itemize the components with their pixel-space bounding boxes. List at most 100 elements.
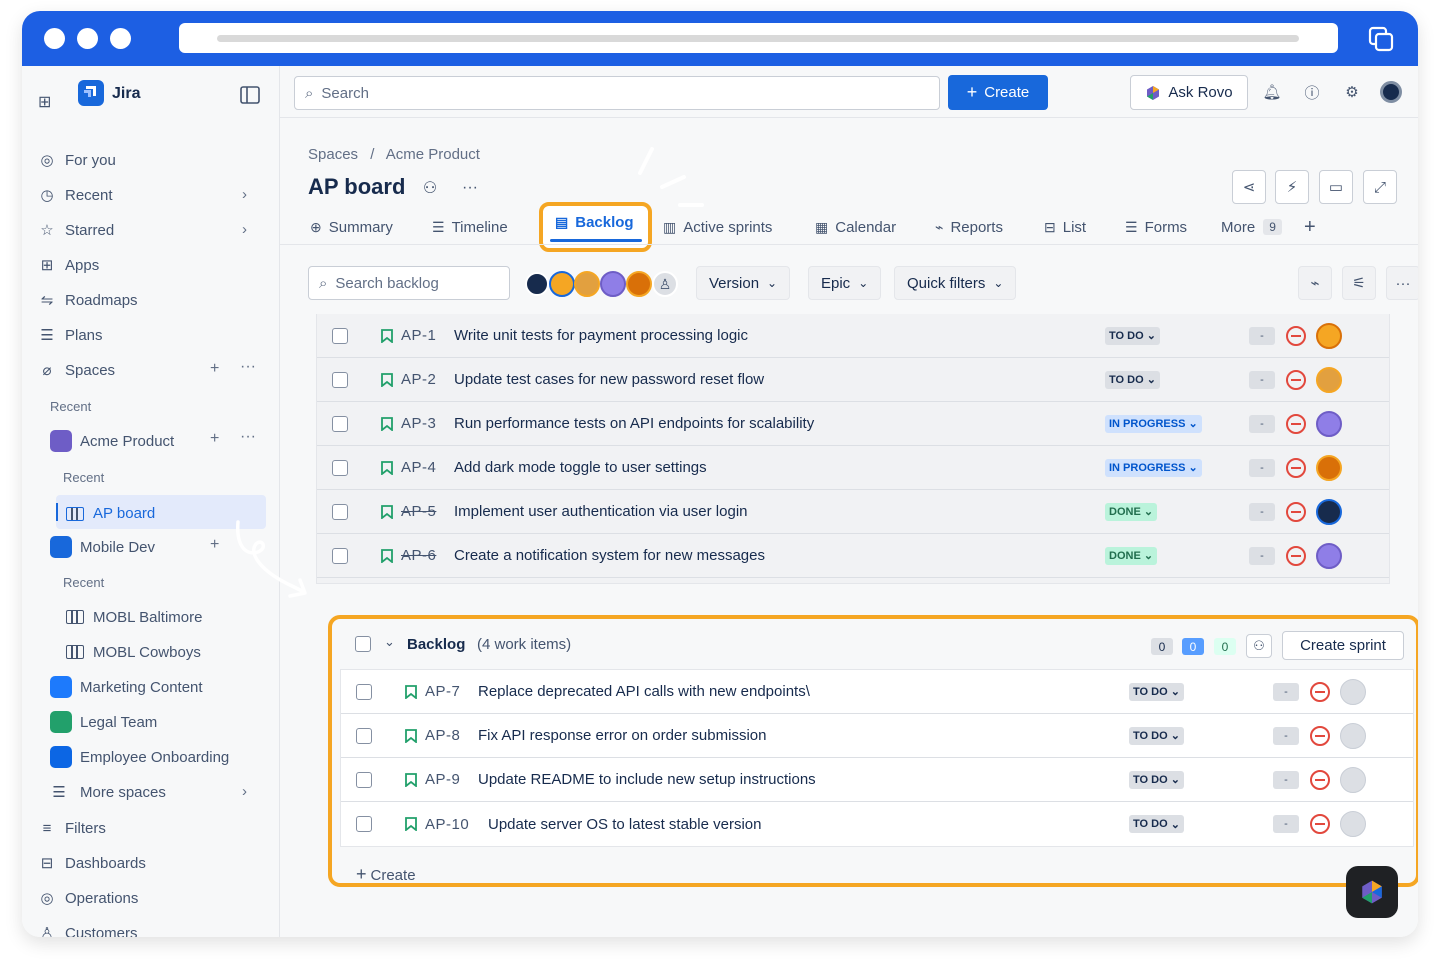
automation-icon[interactable]: ⚡︎: [1275, 170, 1309, 204]
unassigned-avatar[interactable]: [1340, 722, 1366, 749]
sidebar-item-starred[interactable]: ☆ Starred: [38, 215, 114, 245]
unassigned-avatar[interactable]: [1340, 811, 1366, 837]
settings-icon[interactable]: ⚙: [1340, 80, 1364, 104]
estimate[interactable]: -: [1249, 546, 1275, 565]
sidebar-item-filters[interactable]: ≡ Filters: [38, 813, 106, 843]
row-checkbox[interactable]: [356, 683, 372, 700]
avatar[interactable]: [1316, 410, 1342, 437]
tab-list[interactable]: ⊟ List: [1044, 216, 1086, 238]
tab-calendar[interactable]: ▦ Calendar: [815, 216, 896, 238]
estimate[interactable]: -: [1273, 770, 1299, 789]
table-row[interactable]: AP-3 Run performance tests on API endpoi…: [317, 402, 1389, 446]
sidebar-item-customers[interactable]: ♙ Customers: [38, 918, 137, 938]
priority-icon[interactable]: [1286, 369, 1306, 390]
priority-icon[interactable]: [1286, 325, 1306, 346]
help-icon[interactable]: ⓘ: [1300, 80, 1324, 104]
priority-icon[interactable]: [1310, 725, 1330, 746]
avatar[interactable]: [626, 271, 652, 297]
window-dot[interactable]: [110, 28, 131, 49]
team-icon[interactable]: ⚇: [416, 174, 444, 202]
avatar[interactable]: [1316, 322, 1342, 349]
row-checkbox[interactable]: [332, 327, 348, 344]
tab-summary[interactable]: ⊕ Summary: [310, 216, 393, 238]
tab-reports[interactable]: ⌁ Reports: [935, 216, 1003, 238]
avatar[interactable]: [600, 271, 626, 297]
priority-icon[interactable]: [1310, 769, 1330, 790]
row-checkbox[interactable]: [332, 415, 348, 432]
avatar[interactable]: [574, 271, 600, 297]
window-dot[interactable]: [77, 28, 98, 49]
backlog-search-input[interactable]: ⌕ Search backlog: [308, 266, 510, 300]
add-icon[interactable]: +: [210, 536, 219, 554]
epic-filter[interactable]: Epic ⌄: [808, 266, 882, 300]
more-icon[interactable]: ···: [240, 428, 256, 446]
avatar[interactable]: [1316, 498, 1342, 525]
priority-icon[interactable]: [1310, 814, 1330, 834]
unassigned-avatar[interactable]: ♙: [652, 271, 678, 297]
expand-icon[interactable]: ⤢: [1363, 170, 1397, 204]
estimate[interactable]: -: [1273, 726, 1299, 745]
window-dot[interactable]: [44, 28, 65, 49]
row-checkbox[interactable]: [332, 547, 348, 564]
estimate[interactable]: -: [1249, 414, 1275, 433]
row-checkbox[interactable]: [332, 371, 348, 388]
sidebar-space-mobile-dev[interactable]: Mobile Dev: [50, 532, 155, 562]
row-checkbox[interactable]: [332, 503, 348, 520]
profile-avatar[interactable]: [1380, 81, 1402, 103]
view-settings-icon[interactable]: ⚟: [1342, 266, 1376, 300]
table-row[interactable]: AP-1 Write unit tests for payment proces…: [317, 314, 1389, 358]
unassigned-avatar[interactable]: [1340, 766, 1366, 793]
row-checkbox[interactable]: [356, 771, 372, 788]
address-bar[interactable]: [179, 23, 1338, 53]
sidebar-space-marketing-content[interactable]: Marketing Content: [50, 672, 203, 702]
table-row[interactable]: AP-7 Replace deprecated API calls with n…: [341, 670, 1413, 714]
estimate[interactable]: -: [1273, 815, 1299, 833]
jira-logo[interactable]: [78, 80, 104, 106]
create-button[interactable]: + Create: [948, 75, 1048, 110]
sidebar-space-employee-onboarding[interactable]: Employee Onboarding: [50, 742, 229, 772]
tab-active-sprints[interactable]: ▥ Active sprints: [663, 216, 772, 238]
chevron-down-icon[interactable]: ⌄: [384, 634, 395, 650]
row-checkbox[interactable]: [356, 727, 372, 744]
sidebar-item-more-spaces[interactable]: ☰ More spaces: [50, 777, 166, 807]
quick-filters[interactable]: Quick filters ⌄: [894, 266, 1017, 300]
priority-icon[interactable]: [1286, 413, 1306, 434]
tab-more[interactable]: More 9: [1221, 216, 1282, 238]
sidebar-item-for-you[interactable]: ◎ For you: [38, 145, 115, 175]
estimate[interactable]: -: [1249, 370, 1275, 389]
sidebar-item-dashboards[interactable]: ⊟ Dashboards: [38, 848, 146, 878]
app-switcher-icon[interactable]: ⊞: [38, 92, 51, 112]
priority-icon[interactable]: [1286, 457, 1306, 478]
ask-rovo-button[interactable]: Ask Rovo: [1130, 75, 1248, 110]
more-icon[interactable]: ···: [240, 358, 256, 376]
sidebar-item-mobl-cowboys[interactable]: MOBL Cowboys: [66, 637, 201, 667]
table-row[interactable]: AP-6 Create a notification system for ne…: [317, 534, 1389, 578]
row-checkbox[interactable]: [356, 816, 372, 832]
tab-timeline[interactable]: ☰ Timeline: [432, 216, 508, 238]
sidebar-space-acme-product[interactable]: Acme Product: [50, 426, 174, 456]
table-row[interactable]: AP-8 Fix API response error on order sub…: [341, 714, 1413, 758]
version-filter[interactable]: Version ⌄: [696, 266, 791, 300]
sidebar-item-ap-board[interactable]: AP board: [56, 495, 266, 529]
share-icon[interactable]: ⋖: [1232, 170, 1266, 204]
table-row[interactable]: AP-2 Update test cases for new password …: [317, 358, 1389, 402]
estimate[interactable]: -: [1249, 502, 1275, 521]
sidebar-item-apps[interactable]: ⊞ Apps: [38, 250, 100, 280]
table-row[interactable]: AP-10 Update server OS to latest stable …: [341, 802, 1413, 846]
priority-icon[interactable]: [1310, 681, 1330, 702]
status-badge[interactable]: TO DO ⌄: [1105, 326, 1160, 345]
add-space-icon[interactable]: +: [210, 360, 219, 378]
add-tab-icon[interactable]: +: [1304, 216, 1316, 238]
status-badge[interactable]: IN PROGRESS ⌄: [1105, 414, 1202, 433]
select-all-checkbox[interactable]: [355, 636, 371, 652]
rovo-chat-button[interactable]: [1346, 866, 1398, 918]
sidebar-space-legal-team[interactable]: Legal Team: [50, 707, 157, 737]
status-badge[interactable]: TO DO ⌄: [1129, 726, 1184, 745]
chevron-right-icon[interactable]: ›: [242, 186, 247, 203]
people-settings-icon[interactable]: ⚇: [1246, 634, 1272, 658]
estimate[interactable]: -: [1273, 682, 1299, 701]
sidebar-item-spaces[interactable]: ⌀ Spaces: [38, 355, 115, 385]
bell-icon[interactable]: 🔔︎: [1260, 80, 1284, 104]
more-icon[interactable]: ···: [1386, 266, 1418, 300]
tab-forms[interactable]: ☰ Forms: [1125, 216, 1187, 238]
